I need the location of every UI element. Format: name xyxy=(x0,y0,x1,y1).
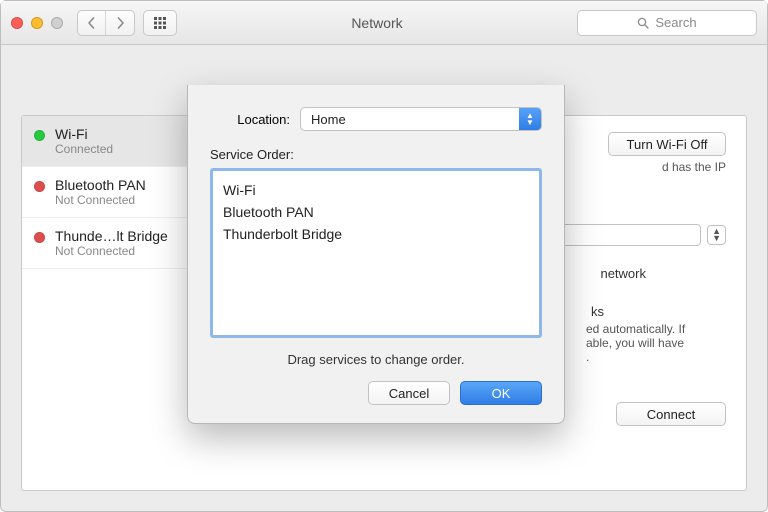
back-button[interactable] xyxy=(78,11,106,35)
close-icon[interactable] xyxy=(11,17,23,29)
interfaces-sidebar: Wi-Fi Connected Bluetooth PAN Not Connec… xyxy=(21,115,211,491)
chevron-right-icon xyxy=(116,17,125,29)
dropdown-arrows-icon: ▲▼ xyxy=(519,108,541,130)
text-fragment: ks xyxy=(591,304,604,319)
service-order-label: Service Order: xyxy=(210,147,542,162)
connect-button[interactable]: Connect xyxy=(616,402,726,426)
ok-button[interactable]: OK xyxy=(460,381,542,405)
sidebar-item-status: Not Connected xyxy=(55,244,168,258)
search-placeholder: Search xyxy=(655,15,696,30)
location-dropdown[interactable]: Home ▲▼ xyxy=(300,107,542,131)
show-all-button[interactable] xyxy=(143,10,177,36)
window-title: Network xyxy=(185,15,569,31)
status-text-fragment: d has the IP xyxy=(662,160,726,174)
stepper-icon[interactable]: ▲▼ xyxy=(707,225,726,245)
search-field[interactable]: Search xyxy=(577,10,757,36)
sheet-instruction: Drag services to change order. xyxy=(210,352,542,367)
sidebar-item-label: Thunde…lt Bridge xyxy=(55,228,168,244)
window-body: Wi-Fi Connected Bluetooth PAN Not Connec… xyxy=(1,45,767,511)
text-fragment: network xyxy=(600,266,646,281)
sidebar-item-thunderbolt-bridge[interactable]: Thunde…lt Bridge Not Connected xyxy=(22,218,211,269)
list-item[interactable]: Thunderbolt Bridge xyxy=(223,223,529,245)
preferences-window: Network Search Wi-Fi Connected Bluetooth… xyxy=(0,0,768,512)
cancel-button[interactable]: Cancel xyxy=(368,381,450,405)
list-item[interactable]: Bluetooth PAN xyxy=(223,201,529,223)
status-dot-icon xyxy=(34,130,45,141)
traffic-lights xyxy=(11,17,63,29)
list-item[interactable]: Wi-Fi xyxy=(223,179,529,201)
chevron-left-icon xyxy=(87,17,96,29)
sidebar-item-wifi[interactable]: Wi-Fi Connected xyxy=(22,116,211,167)
titlebar: Network Search xyxy=(1,1,767,45)
status-dot-icon xyxy=(34,181,45,192)
sidebar-item-status: Connected xyxy=(55,142,113,156)
location-value: Home xyxy=(301,112,519,127)
sidebar-item-label: Wi-Fi xyxy=(55,126,113,142)
forward-button[interactable] xyxy=(106,11,134,35)
location-label: Location: xyxy=(210,112,290,127)
zoom-icon[interactable] xyxy=(51,17,63,29)
search-icon xyxy=(637,17,649,29)
status-dot-icon xyxy=(34,232,45,243)
sidebar-item-bluetooth-pan[interactable]: Bluetooth PAN Not Connected xyxy=(22,167,211,218)
text-fragment: . xyxy=(586,350,726,364)
minimize-icon[interactable] xyxy=(31,17,43,29)
nav-back-forward xyxy=(77,10,135,36)
turn-wifi-off-button[interactable]: Turn Wi-Fi Off xyxy=(608,132,726,156)
network-field[interactable] xyxy=(561,224,701,246)
sidebar-item-label: Bluetooth PAN xyxy=(55,177,146,193)
service-order-list[interactable]: Wi-Fi Bluetooth PAN Thunderbolt Bridge xyxy=(210,168,542,338)
sidebar-item-status: Not Connected xyxy=(55,193,146,207)
grid-icon xyxy=(153,16,167,30)
sheet-actions: Cancel OK xyxy=(210,381,542,405)
text-fragment: able, you will have xyxy=(586,336,726,350)
text-fragment: ed automatically. If xyxy=(586,322,726,336)
service-order-sheet: Location: Home ▲▼ Service Order: Wi-Fi B… xyxy=(187,85,565,424)
